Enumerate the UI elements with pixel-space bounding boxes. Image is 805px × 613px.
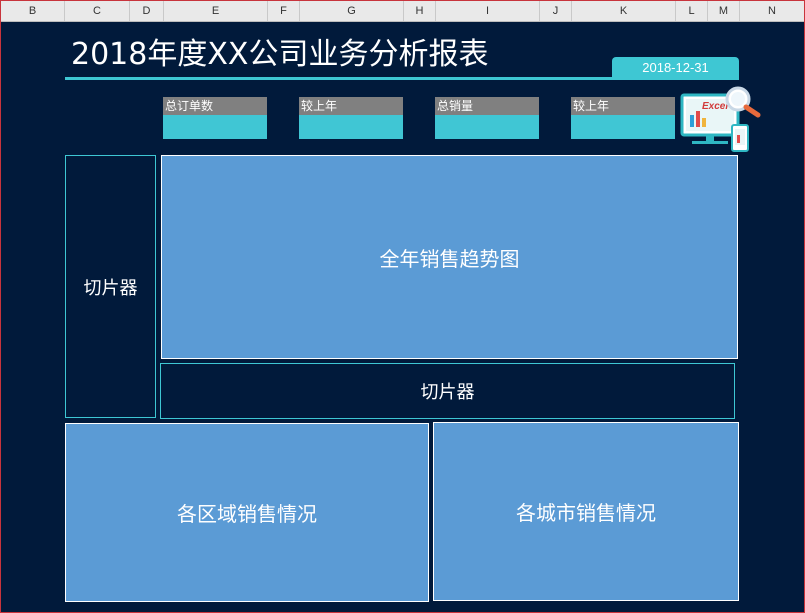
computer-magnifier-logo-icon: Excel bbox=[678, 85, 764, 155]
report-title: 2018年度XX公司业务分析报表 bbox=[71, 37, 489, 72]
slicer-left-label: 切片器 bbox=[83, 277, 138, 299]
column-header-l[interactable]: L bbox=[676, 1, 708, 21]
city-sales-chart[interactable]: 各城市销售情况 bbox=[433, 422, 739, 601]
column-header-bar: B C D E F G H I J K L M N bbox=[1, 1, 804, 22]
logo-text: Excel bbox=[702, 101, 728, 112]
column-header-j[interactable]: J bbox=[540, 1, 572, 21]
slicer-bottom-placeholder[interactable]: 切片器 bbox=[160, 363, 735, 419]
kpi-total-sales-value[interactable] bbox=[435, 115, 539, 139]
kpi-total-orders: 总订单数 bbox=[163, 97, 267, 139]
column-header-g[interactable]: G bbox=[300, 1, 404, 21]
column-header-h[interactable]: H bbox=[404, 1, 436, 21]
city-sales-label: 各城市销售情况 bbox=[516, 501, 656, 525]
column-header-b[interactable]: B bbox=[1, 1, 65, 21]
kpi-total-sales: 总销量 bbox=[435, 97, 539, 139]
column-header-f[interactable]: F bbox=[268, 1, 300, 21]
kpi-total-orders-label: 总订单数 bbox=[163, 97, 267, 115]
kpi-orders-yoy-label: 较上年 bbox=[299, 97, 403, 115]
dashboard-sheet: B C D E F G H I J K L M N 2018年度XX公司业务分析… bbox=[0, 0, 805, 613]
column-header-m[interactable]: M bbox=[708, 1, 740, 21]
column-header-c[interactable]: C bbox=[65, 1, 130, 21]
column-header-d[interactable]: D bbox=[130, 1, 164, 21]
kpi-orders-yoy-value[interactable] bbox=[299, 115, 403, 139]
slicer-left-placeholder[interactable]: 切片器 bbox=[65, 155, 156, 418]
column-header-k[interactable]: K bbox=[572, 1, 676, 21]
column-header-n[interactable]: N bbox=[740, 1, 804, 21]
annual-sales-trend-chart[interactable]: 全年销售趋势图 bbox=[161, 155, 738, 359]
region-sales-chart[interactable]: 各区域销售情况 bbox=[65, 423, 429, 602]
kpi-orders-yoy: 较上年 bbox=[299, 97, 403, 139]
kpi-sales-yoy-label: 较上年 bbox=[571, 97, 675, 115]
column-header-e[interactable]: E bbox=[164, 1, 268, 21]
report-date: 2018-12-31 bbox=[612, 57, 739, 79]
kpi-total-orders-value[interactable] bbox=[163, 115, 267, 139]
slicer-bottom-label: 切片器 bbox=[420, 382, 475, 403]
kpi-sales-yoy: 较上年 bbox=[571, 97, 675, 139]
kpi-total-sales-label: 总销量 bbox=[435, 97, 539, 115]
annual-sales-trend-label: 全年销售趋势图 bbox=[379, 246, 520, 271]
column-header-i[interactable]: I bbox=[436, 1, 540, 21]
kpi-sales-yoy-value[interactable] bbox=[571, 115, 675, 139]
region-sales-label: 各区域销售情况 bbox=[177, 502, 317, 526]
